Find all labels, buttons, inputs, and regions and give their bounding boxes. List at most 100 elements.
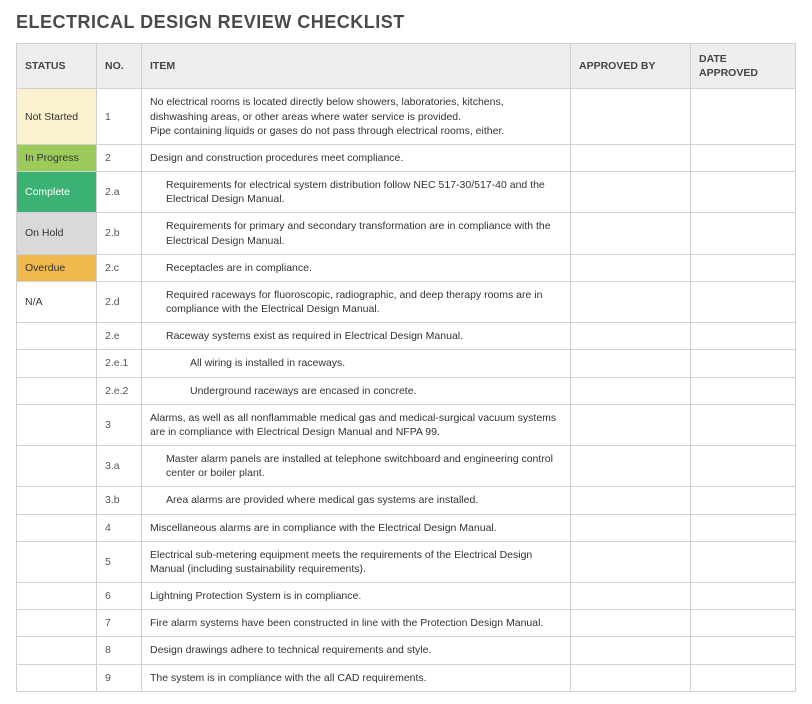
approved-by-cell[interactable]	[571, 446, 691, 487]
col-item: ITEM	[142, 44, 571, 89]
table-row: 8Design drawings adhere to technical req…	[17, 637, 796, 664]
date-approved-cell[interactable]	[691, 664, 796, 691]
date-approved-cell[interactable]	[691, 172, 796, 213]
row-item: Requirements for primary and secondary t…	[142, 213, 571, 254]
table-row: 2.e.2Underground raceways are encased in…	[17, 377, 796, 404]
checklist-table: STATUS NO. ITEM APPROVED BY DATE APPROVE…	[16, 43, 796, 692]
approved-by-cell[interactable]	[571, 664, 691, 691]
row-item: All wiring is installed in raceways.	[142, 350, 571, 377]
row-number: 2.a	[97, 172, 142, 213]
approved-by-cell[interactable]	[571, 637, 691, 664]
table-row: 3.bArea alarms are provided where medica…	[17, 487, 796, 514]
status-cell[interactable]	[17, 541, 97, 582]
status-cell[interactable]: In Progress	[17, 144, 97, 171]
row-item: Fire alarm systems have been constructed…	[142, 610, 571, 637]
table-row: 3.aMaster alarm panels are installed at …	[17, 446, 796, 487]
row-number: 9	[97, 664, 142, 691]
row-number: 1	[97, 89, 142, 145]
status-cell[interactable]: On Hold	[17, 213, 97, 254]
date-approved-cell[interactable]	[691, 213, 796, 254]
col-no: NO.	[97, 44, 142, 89]
row-number: 5	[97, 541, 142, 582]
date-approved-cell[interactable]	[691, 514, 796, 541]
date-approved-cell[interactable]	[691, 541, 796, 582]
approved-by-cell[interactable]	[571, 213, 691, 254]
row-number: 8	[97, 637, 142, 664]
status-cell[interactable]	[17, 664, 97, 691]
row-item: The system is in compliance with the all…	[142, 664, 571, 691]
approved-by-cell[interactable]	[571, 144, 691, 171]
table-row: Complete2.aRequirements for electrical s…	[17, 172, 796, 213]
row-number: 2.e.1	[97, 350, 142, 377]
col-date-approved: DATE APPROVED	[691, 44, 796, 89]
row-item: Requirements for electrical system distr…	[142, 172, 571, 213]
date-approved-cell[interactable]	[691, 446, 796, 487]
col-status: STATUS	[17, 44, 97, 89]
status-cell[interactable]: Complete	[17, 172, 97, 213]
status-cell[interactable]: Overdue	[17, 254, 97, 281]
status-cell[interactable]: N/A	[17, 281, 97, 322]
table-row: 6Lightning Protection System is in compl…	[17, 583, 796, 610]
approved-by-cell[interactable]	[571, 377, 691, 404]
table-row: 3Alarms, as well as all nonflammable med…	[17, 404, 796, 445]
date-approved-cell[interactable]	[691, 254, 796, 281]
approved-by-cell[interactable]	[571, 487, 691, 514]
status-cell[interactable]	[17, 350, 97, 377]
row-item: Miscellaneous alarms are in compliance w…	[142, 514, 571, 541]
row-item: Alarms, as well as all nonflammable medi…	[142, 404, 571, 445]
row-number: 3.b	[97, 487, 142, 514]
row-number: 3.a	[97, 446, 142, 487]
date-approved-cell[interactable]	[691, 404, 796, 445]
row-item: Area alarms are provided where medical g…	[142, 487, 571, 514]
date-approved-cell[interactable]	[691, 350, 796, 377]
row-item: Design drawings adhere to technical requ…	[142, 637, 571, 664]
date-approved-cell[interactable]	[691, 323, 796, 350]
status-cell[interactable]	[17, 610, 97, 637]
table-row: On Hold2.bRequirements for primary and s…	[17, 213, 796, 254]
row-item: Lightning Protection System is in compli…	[142, 583, 571, 610]
status-cell[interactable]	[17, 487, 97, 514]
row-item: Underground raceways are encased in conc…	[142, 377, 571, 404]
status-cell[interactable]	[17, 583, 97, 610]
date-approved-cell[interactable]	[691, 89, 796, 145]
date-approved-cell[interactable]	[691, 377, 796, 404]
date-approved-cell[interactable]	[691, 144, 796, 171]
date-approved-cell[interactable]	[691, 637, 796, 664]
table-row: In Progress2Design and construction proc…	[17, 144, 796, 171]
approved-by-cell[interactable]	[571, 610, 691, 637]
row-item: Electrical sub-metering equipment meets …	[142, 541, 571, 582]
date-approved-cell[interactable]	[691, 610, 796, 637]
approved-by-cell[interactable]	[571, 281, 691, 322]
status-cell[interactable]	[17, 404, 97, 445]
status-cell[interactable]	[17, 514, 97, 541]
date-approved-cell[interactable]	[691, 583, 796, 610]
approved-by-cell[interactable]	[571, 350, 691, 377]
status-cell[interactable]: Not Started	[17, 89, 97, 145]
approved-by-cell[interactable]	[571, 254, 691, 281]
approved-by-cell[interactable]	[571, 583, 691, 610]
approved-by-cell[interactable]	[571, 172, 691, 213]
status-cell[interactable]	[17, 377, 97, 404]
approved-by-cell[interactable]	[571, 404, 691, 445]
row-number: 6	[97, 583, 142, 610]
status-cell[interactable]	[17, 323, 97, 350]
table-row: Overdue2.cReceptacles are in compliance.	[17, 254, 796, 281]
approved-by-cell[interactable]	[571, 541, 691, 582]
status-cell[interactable]	[17, 446, 97, 487]
col-approved-by: APPROVED BY	[571, 44, 691, 89]
date-approved-cell[interactable]	[691, 487, 796, 514]
approved-by-cell[interactable]	[571, 323, 691, 350]
row-item: Design and construction procedures meet …	[142, 144, 571, 171]
row-number: 2.c	[97, 254, 142, 281]
table-row: 4Miscellaneous alarms are in compliance …	[17, 514, 796, 541]
table-row: Not Started1No electrical rooms is locat…	[17, 89, 796, 145]
approved-by-cell[interactable]	[571, 89, 691, 145]
row-number: 2.e	[97, 323, 142, 350]
status-cell[interactable]	[17, 637, 97, 664]
row-item: Master alarm panels are installed at tel…	[142, 446, 571, 487]
row-number: 7	[97, 610, 142, 637]
table-header-row: STATUS NO. ITEM APPROVED BY DATE APPROVE…	[17, 44, 796, 89]
approved-by-cell[interactable]	[571, 514, 691, 541]
date-approved-cell[interactable]	[691, 281, 796, 322]
table-row: 2.e.1All wiring is installed in raceways…	[17, 350, 796, 377]
